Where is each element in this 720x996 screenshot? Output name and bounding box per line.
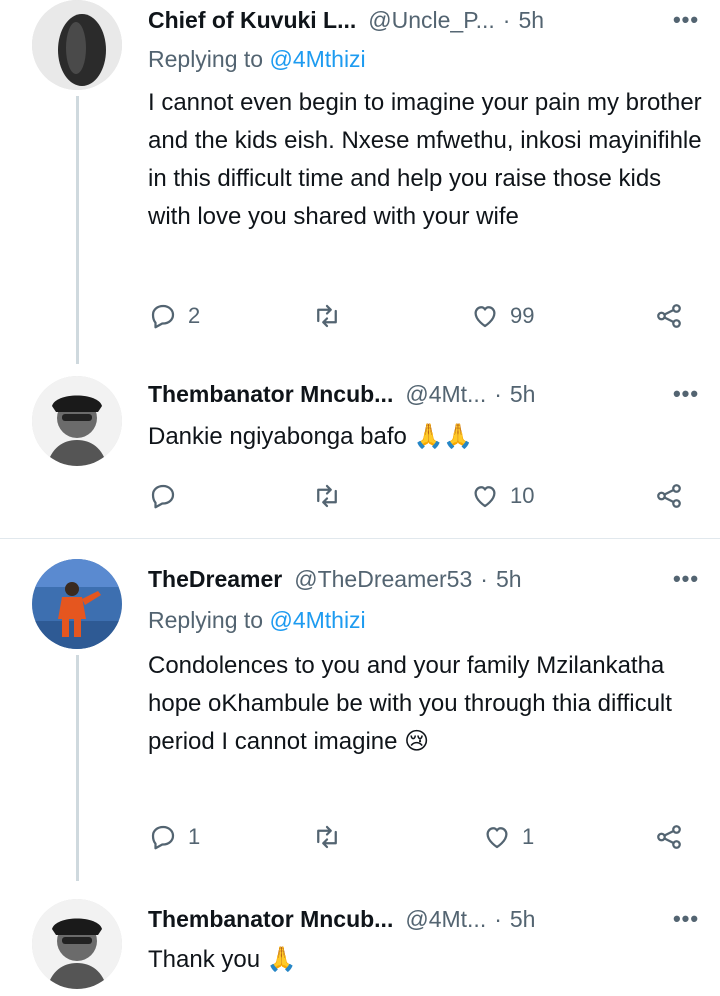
reply-count: 2 (188, 303, 201, 328)
timestamp[interactable]: 5h (518, 7, 544, 34)
tweet-actions: 1 1 (148, 817, 698, 857)
like-button[interactable]: 10 (470, 476, 534, 516)
separator-dot: · (502, 6, 511, 33)
tweet-header: TheDreamer @TheDreamer53 · 5h (148, 561, 700, 597)
like-count: 99 (510, 303, 535, 328)
share-button[interactable] (654, 476, 684, 516)
share-icon (657, 304, 681, 328)
reply-button[interactable]: 2 (148, 296, 200, 336)
user-handle[interactable]: @4Mt... (405, 906, 486, 933)
reply-tweet-3[interactable]: TheDreamer @TheDreamer53 · 5h ••• Replyi… (0, 539, 720, 881)
more-icon[interactable]: ••• (666, 901, 706, 937)
tweet-header: Chief of Kuvuki L... @Uncle_P... · 5h (148, 2, 700, 38)
share-button[interactable] (654, 817, 684, 857)
replying-to: Replying to @4Mthizi (148, 607, 366, 634)
replying-to: Replying to @4Mthizi (148, 46, 366, 73)
replies-timeline: Chief of Kuvuki L... @Uncle_P... · 5h ••… (0, 0, 720, 996)
avatar[interactable] (32, 0, 122, 90)
tweet-actions: 2 99 (148, 296, 698, 336)
avatar[interactable] (32, 376, 122, 466)
display-name[interactable]: Thembanator Mncub... (148, 906, 393, 933)
share-icon (657, 484, 681, 508)
tweet-actions: 10 (148, 476, 698, 516)
retweet-icon (317, 484, 337, 508)
tweet-text: Dankie ngiyabonga bafo 🙏🙏 (148, 418, 703, 456)
folded-hands-emoji: 🙏🙏 (413, 423, 474, 450)
retweet-icon (317, 304, 337, 328)
retweet-icon (317, 825, 337, 849)
like-button[interactable]: 99 (470, 296, 534, 336)
like-count: 10 (510, 483, 535, 508)
reply-tweet-2[interactable]: Thembanator Mncub... @4Mt... · 5h ••• Da… (0, 362, 720, 538)
timestamp[interactable]: 5h (496, 566, 522, 593)
separator-dot: · (480, 565, 488, 592)
user-handle[interactable]: @4Mt... (405, 381, 486, 408)
replying-prefix: Replying to (148, 607, 264, 633)
reply-count: 1 (188, 824, 201, 849)
tweet-text: Thank you 🙏 (148, 941, 703, 979)
heart-icon (474, 306, 496, 328)
avatar[interactable] (32, 559, 122, 649)
share-button[interactable] (654, 296, 684, 336)
replying-prefix: Replying to (148, 46, 264, 72)
tweet-header: Thembanator Mncub... @4Mt... · 5h (148, 901, 700, 937)
user-handle[interactable]: @Uncle_P... (368, 7, 495, 34)
mention-link[interactable]: @4Mthizi (269, 46, 365, 72)
timestamp[interactable]: 5h (510, 906, 536, 933)
separator-dot: · (494, 380, 502, 407)
like-count: 1 (522, 824, 535, 849)
crying-face-emoji: 😢 (404, 728, 430, 755)
tweet-text: Condolences to you and your family Mzila… (148, 647, 703, 761)
retweet-button[interactable] (312, 817, 352, 857)
reply-button[interactable]: 1 (148, 817, 200, 857)
retweet-button[interactable] (312, 296, 352, 336)
retweet-button[interactable] (312, 476, 352, 516)
heart-icon (486, 827, 508, 849)
tweet-header: Thembanator Mncub... @4Mt... · 5h (148, 376, 700, 412)
tweet-text-body: Dankie ngiyabonga bafo (148, 423, 407, 450)
avatar[interactable] (32, 899, 122, 989)
tweet-text: I cannot even begin to imagine your pain… (148, 89, 702, 230)
mention-link[interactable]: @4Mthizi (269, 607, 365, 633)
reply-tweet-1[interactable]: Chief of Kuvuki L... @Uncle_P... · 5h ••… (0, 0, 720, 364)
user-handle[interactable]: @TheDreamer53 (294, 566, 472, 593)
reply-icon (151, 825, 175, 850)
more-icon[interactable]: ••• (666, 2, 706, 38)
reply-tweet-4[interactable]: Thembanator Mncub... @4Mt... · 5h ••• Th… (0, 881, 720, 996)
display-name[interactable]: Thembanator Mncub... (148, 381, 393, 408)
reply-button[interactable] (148, 476, 188, 516)
more-icon[interactable]: ••• (666, 561, 706, 597)
tweet-text-body: Thank you (148, 946, 261, 973)
reply-icon (151, 484, 175, 509)
thread-line (76, 655, 79, 881)
more-icon[interactable]: ••• (666, 376, 706, 412)
folded-hands-emoji: 🙏 (266, 946, 297, 973)
timestamp[interactable]: 5h (510, 381, 536, 408)
heart-icon (474, 486, 496, 508)
share-icon (657, 825, 681, 849)
separator-dot: · (494, 905, 502, 932)
like-button[interactable]: 1 (482, 817, 534, 857)
reply-icon (151, 304, 175, 329)
thread-line (76, 96, 79, 364)
display-name[interactable]: TheDreamer (148, 566, 282, 593)
display-name[interactable]: Chief of Kuvuki L... (148, 7, 356, 34)
